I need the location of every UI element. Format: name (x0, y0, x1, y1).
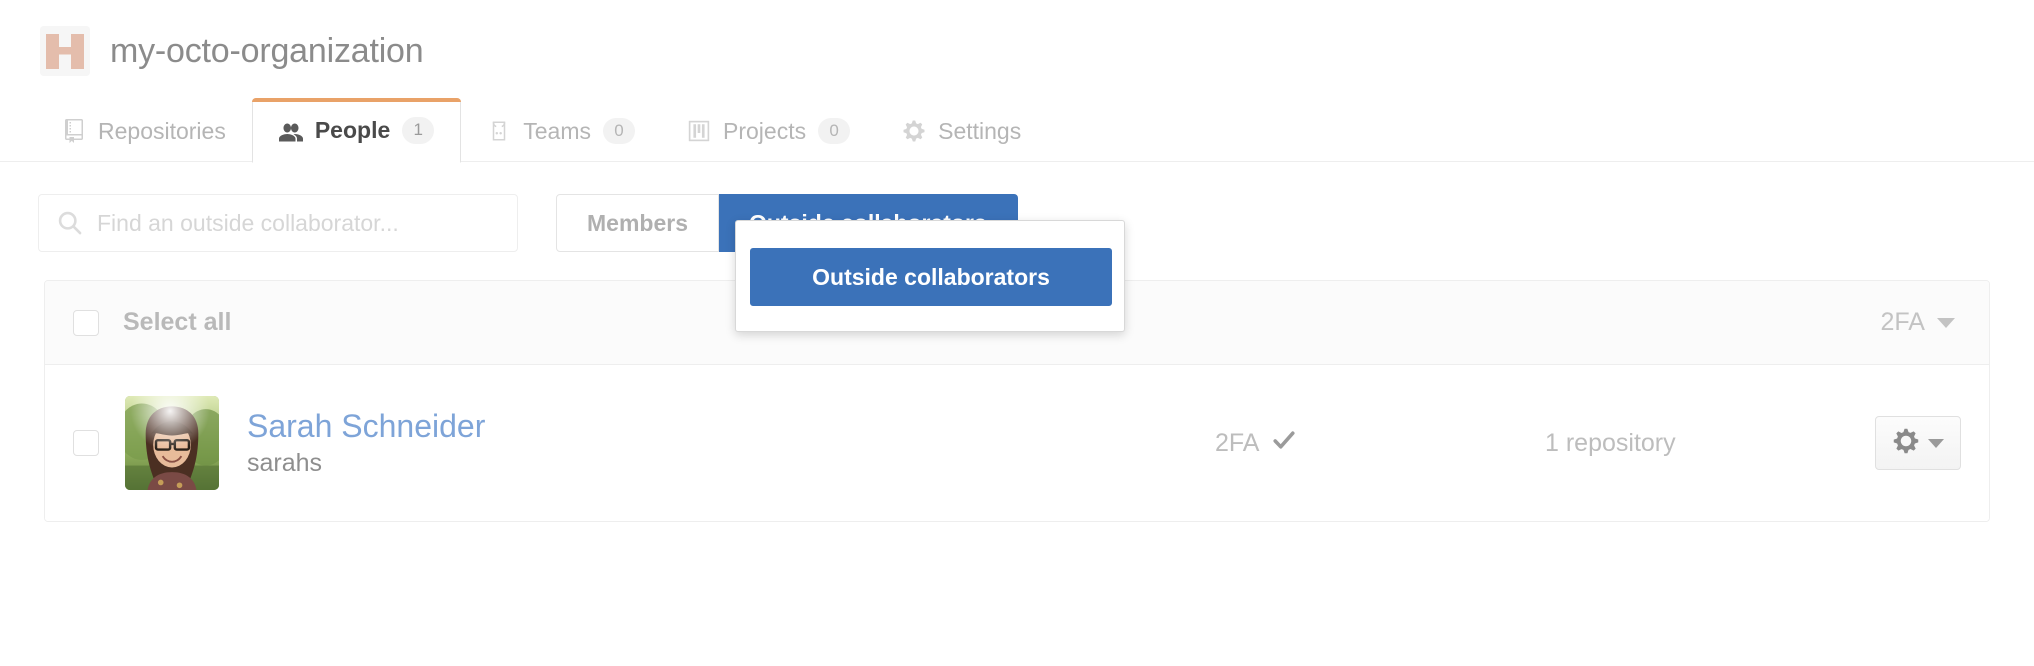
tab-teams[interactable]: Teams 0 (461, 100, 661, 162)
tab-label: Settings (938, 117, 1022, 144)
people-icon (278, 119, 303, 143)
tab-counter: 1 (402, 117, 435, 144)
select-all-label: Select all (123, 308, 232, 336)
member-repo-count: 1 repository (1545, 428, 1676, 457)
jersey-icon (487, 119, 511, 143)
tab-counter: 0 (818, 117, 851, 145)
tab-projects[interactable]: Projects 0 (661, 100, 876, 162)
table-row: Sarah Schneider sarahs 2FA 1 repository (45, 365, 1989, 521)
org-header: my-octo-organization (0, 0, 2034, 76)
gear-icon (1892, 427, 1920, 460)
org-title: my-octo-organization (110, 32, 424, 70)
member-name-link[interactable]: Sarah Schneider (247, 408, 485, 445)
select-all-checkbox[interactable] (73, 309, 99, 336)
org-people-page: my-octo-organization Repositories People… (0, 0, 2034, 666)
tab-people[interactable]: People 1 (251, 98, 462, 163)
twofa-label: 2FA (1215, 428, 1260, 457)
twofa-filter-dropdown[interactable]: 2FA (1881, 308, 1961, 337)
project-board-icon (687, 119, 711, 143)
tab-label: Projects (723, 117, 807, 144)
chevron-down-icon (1928, 438, 1944, 448)
check-icon (1271, 427, 1297, 460)
avatar (125, 396, 219, 490)
outside-collaborators-filter-button[interactable]: Outside collaborators (750, 248, 1112, 306)
row-actions-button[interactable] (1875, 416, 1961, 470)
row-select-checkbox[interactable] (73, 430, 99, 456)
tab-label: Repositories (98, 117, 226, 144)
tab-repositories[interactable]: Repositories (36, 100, 252, 162)
gear-icon (902, 119, 926, 143)
octo-h-logo-icon (40, 26, 90, 76)
twofa-filter-label: 2FA (1880, 308, 1925, 336)
org-nav-tabs: Repositories People 1 Teams 0 Projects 0… (0, 84, 2034, 163)
search-icon (57, 210, 83, 236)
member-identity: Sarah Schneider sarahs (247, 408, 485, 478)
members-filter-button[interactable]: Members (556, 194, 719, 252)
org-avatar (40, 26, 90, 76)
collaborator-search[interactable] (38, 194, 518, 252)
tab-label: Teams (523, 117, 592, 144)
chevron-down-icon (1937, 317, 1955, 328)
search-input[interactable] (97, 209, 503, 237)
member-login: sarahs (247, 449, 323, 478)
repo-icon (62, 119, 86, 143)
tab-settings[interactable]: Settings (876, 100, 1047, 162)
tab-counter: 0 (603, 117, 636, 145)
highlight-callout: Outside collaborators (735, 220, 1125, 332)
tab-label: People (314, 117, 391, 143)
member-2fa-status: 2FA (1215, 427, 1545, 460)
